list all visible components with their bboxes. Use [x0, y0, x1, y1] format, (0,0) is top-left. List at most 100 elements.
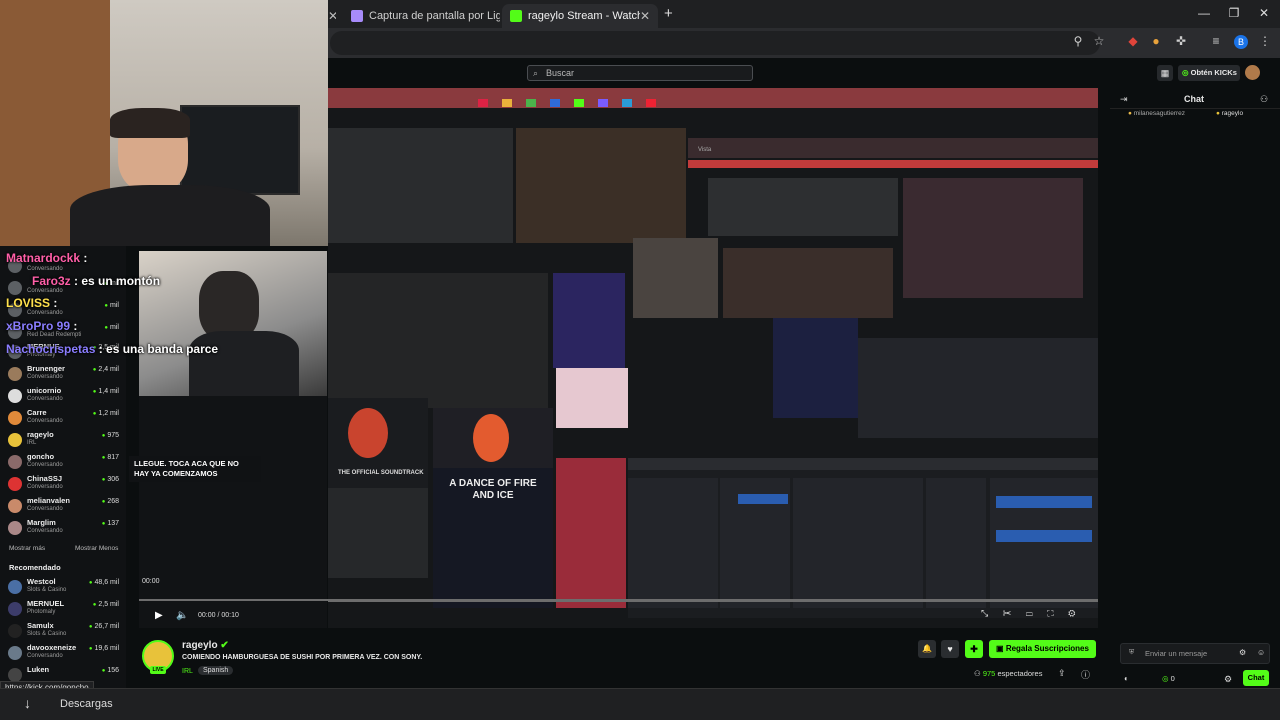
close-window-button[interactable]: ✕ [1252, 6, 1276, 20]
stream-tile [723, 248, 893, 318]
monitor [180, 105, 300, 195]
send-chat-button[interactable]: Chat [1243, 670, 1269, 686]
bookmark-star-icon[interactable]: ☆ [1091, 34, 1107, 48]
verified-icon: ✔ [220, 640, 229, 651]
search-input[interactable]: ⌕ Buscar [527, 65, 753, 81]
sidebar-channel-melianvalen[interactable]: melianvalenConversando 268 [8, 496, 122, 518]
extensions-puzzle-icon[interactable]: ✜ [1173, 34, 1189, 48]
downloads-bar: ↓ Descargas [0, 688, 1280, 720]
get-kicks-button[interactable]: ◎ Obtén KICKs [1178, 65, 1240, 81]
obs-preview-bar [688, 160, 1098, 168]
pip-icon[interactable]: ▭ [1026, 608, 1033, 618]
sidebar-channel-goncho[interactable]: gonchoConversando 817 [8, 452, 122, 474]
favorite-heart-icon[interactable]: ♥ [941, 640, 959, 658]
game-tile [553, 273, 625, 368]
theater-icon[interactable]: ⤡ [981, 608, 988, 618]
lightshot-favicon-icon [351, 10, 363, 22]
close-icon[interactable]: ✕ [640, 9, 650, 23]
video-player[interactable]: Vista THE OFFICIAL SOUNDTRACK A DANCE OF… [328, 88, 1098, 628]
sidebar-recommended-mernuel[interactable]: MERNUELPhotomaly 2,5 mil [8, 599, 122, 621]
follow-button[interactable]: ✚ [965, 640, 983, 658]
viewers-icon: ⚇ [974, 669, 981, 678]
viewer-count: mil [104, 324, 119, 331]
chat-username: Faro3z [32, 274, 71, 288]
chat-title: Chat [1184, 94, 1204, 104]
browser-menu-icon[interactable]: ⋮ [1257, 34, 1273, 48]
maximize-button[interactable]: ❐ [1222, 6, 1246, 20]
sidebar-recommended-westcol[interactable]: WestcolSlots & Casino 48,6 mil [8, 577, 122, 599]
channel-category: Conversando [27, 484, 63, 490]
collapse-chat-icon[interactable]: ⇥ [1120, 94, 1128, 105]
channel-name: Samulx [27, 621, 54, 630]
stream-category[interactable]: IRL [182, 668, 193, 675]
volume-icon[interactable]: 🔈 [176, 610, 188, 621]
user-avatar[interactable] [1245, 65, 1260, 80]
kicks-balance[interactable]: ◎ 0 [1162, 674, 1175, 683]
profile-avatar[interactable]: B [1234, 35, 1248, 49]
time-small: 00:00 [142, 578, 160, 585]
channel-category: Conversando [27, 310, 63, 316]
downloads-label[interactable]: Descargas [60, 698, 113, 710]
chat-username: Nachocrispetas [6, 342, 96, 356]
live-badge: LIVE [150, 666, 166, 674]
chat-users-icon[interactable]: ⚇ [1260, 94, 1268, 105]
info-icon[interactable]: ⓘ [1081, 668, 1090, 681]
sidebar-channel-rageylo[interactable]: rageyloIRL 975 [8, 430, 122, 452]
fullscreen-icon[interactable]: ⛶ [1047, 608, 1053, 618]
show-more-link[interactable]: Mostrar más [9, 545, 45, 552]
tab-lightshot[interactable]: Captura de pantalla por Lightsh ✕ [343, 4, 500, 28]
tab-kick-stream[interactable]: rageylo Stream - Watch Live on ✕ [502, 4, 658, 28]
notification-bell-icon[interactable]: 🔔 [918, 640, 936, 658]
chat-message-input[interactable]: ⛨ Enviar un mensaje ⚙ ☺ [1120, 643, 1270, 664]
download-arrow-icon[interactable]: ↓ [24, 695, 31, 711]
chat-settings-icon[interactable]: ⚙ [1224, 674, 1232, 685]
sidebar-recommended-samulx[interactable]: SamulxSlots & Casino 26,7 mil [8, 621, 122, 643]
channel-category: Conversando [27, 374, 63, 380]
channel-tooltip: LLEGUE. TOCA ACA QUE NO HAY YA COMENZAMO… [129, 456, 261, 482]
obs-menu: Vista [688, 138, 1098, 158]
emote-icon[interactable]: ⚙ [1239, 648, 1246, 657]
seek-bar[interactable] [139, 599, 1098, 601]
show-less-link[interactable]: Mostrar Menos [75, 545, 118, 552]
viewer-count: mil [104, 302, 119, 309]
media-controls-icon[interactable]: ≡ [1208, 34, 1224, 48]
avatar [8, 477, 22, 491]
channel-name: Carre [27, 408, 47, 417]
stream-tile [633, 238, 718, 318]
stream-tile [903, 178, 1083, 298]
extension-icon[interactable]: ◆ [1125, 34, 1141, 48]
channel-name: Brunenger [27, 364, 65, 373]
extension-color-icon[interactable]: ● [1148, 34, 1164, 48]
zoom-icon[interactable]: ⚲ [1070, 34, 1086, 48]
close-icon[interactable]: ✕ [328, 9, 336, 23]
sidebar-recommended-davooxeneize[interactable]: davooxeneizeConversando 19,6 mil [8, 643, 122, 665]
pinned-user: milanesagutierrez [1133, 110, 1186, 117]
layout-icon[interactable]: ▦ [1157, 65, 1173, 81]
viewer-count: 137 [102, 520, 119, 527]
points-icon[interactable]: ◐ [1124, 674, 1129, 683]
sidebar-channel-carre[interactable]: CarreConversando 1,2 mil [8, 408, 122, 430]
sidebar-channel-chinassj[interactable]: ChinaSSJConversando 306 [8, 474, 122, 496]
settings-gear-icon[interactable]: ⚙ [1068, 608, 1075, 618]
address-bar[interactable] [330, 31, 1100, 55]
clip-icon[interactable]: ✂ [1003, 608, 1012, 618]
language-tag[interactable]: Spanish [198, 666, 234, 675]
stream-title: COMIENDO HAMBURGUESA DE SUSHI POR PRIMER… [182, 654, 423, 661]
channel-name: goncho [27, 452, 55, 461]
share-icon[interactable]: ⇪ [1058, 668, 1066, 679]
game-tile [773, 318, 858, 418]
sidebar-channel-unicornio[interactable]: unicornioConversando 1,4 mil [8, 386, 122, 408]
play-icon[interactable]: ▶ [155, 610, 163, 621]
new-tab-button[interactable]: + [664, 5, 673, 22]
gift-subs-button[interactable]: ▣ Regala Suscripciones [989, 640, 1096, 658]
minimize-button[interactable]: — [1192, 6, 1216, 20]
sidebar-channel-marglim[interactable]: MarglimConversando 137 [8, 518, 122, 540]
emoji-icon[interactable]: ☺ [1257, 648, 1265, 657]
sidebar-channel-brunenger[interactable]: BrunengerConversando 2,4 mil [8, 364, 122, 386]
fire-ice-label: A DANCE OF FIRE AND ICE [449, 478, 537, 501]
soundtrack-label: THE OFFICIAL SOUNDTRACK [338, 470, 424, 476]
viewer-count: 975 [102, 432, 119, 439]
pinned-user: rageylo [1221, 110, 1244, 117]
stream-chat-panel [139, 396, 327, 628]
streamer-name[interactable]: rageylo ✔ [182, 640, 229, 651]
